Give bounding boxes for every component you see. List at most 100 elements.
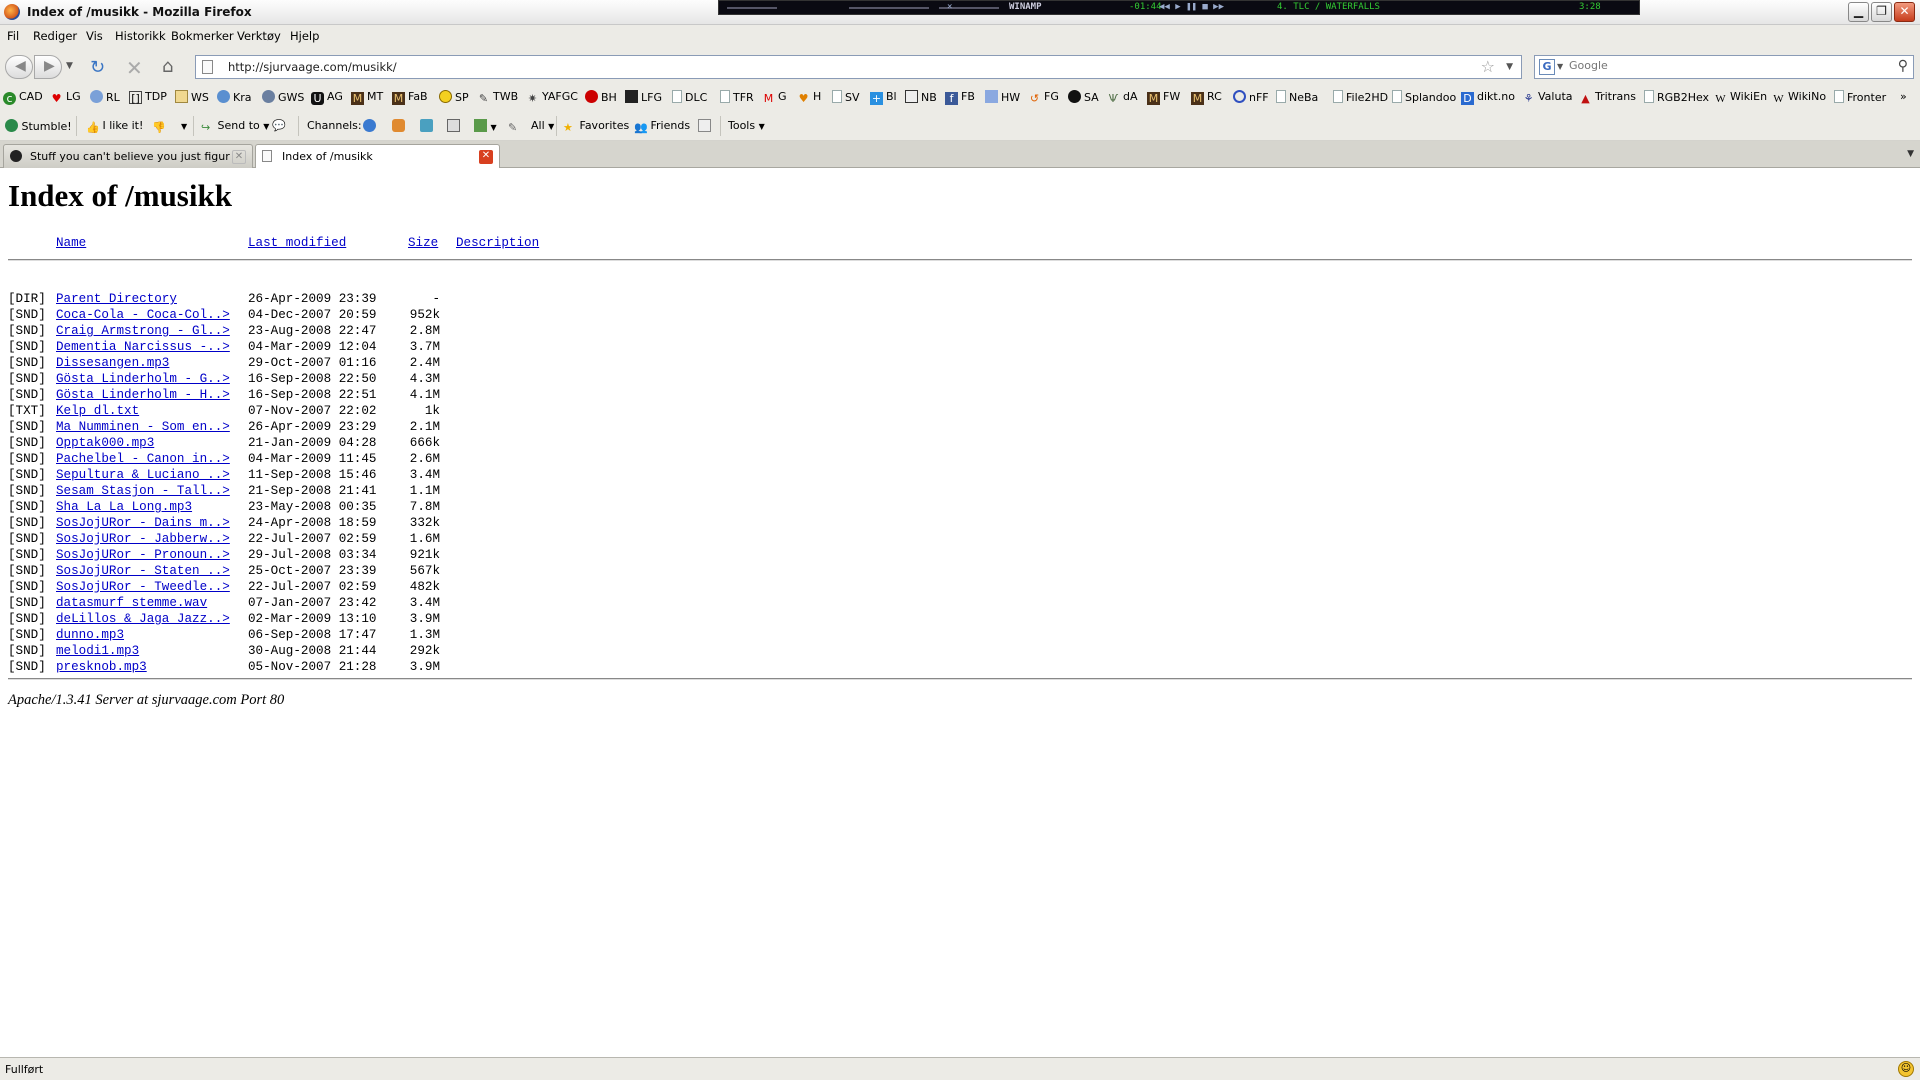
bookmark-item[interactable]: SA [1068, 90, 1099, 104]
bookmark-item[interactable]: c CAD [3, 90, 43, 105]
bookmark-item[interactable]: BH [585, 90, 617, 104]
favorites-button[interactable]: ★ Favorites [563, 119, 629, 134]
bookmark-item[interactable]: ♥ LG [50, 90, 81, 105]
file-link[interactable]: SosJojURor - Dains m..> [56, 516, 230, 530]
file-link[interactable]: Gösta Linderholm - G..> [56, 372, 230, 386]
menu-historikk[interactable]: Historikk [115, 29, 166, 43]
friends-button[interactable]: 👥 Friends [634, 119, 690, 134]
bookmark-item[interactable]: nFF [1233, 90, 1269, 104]
channel-news-icon[interactable]: ▼ [474, 119, 497, 133]
bookmark-item[interactable]: SV [832, 90, 860, 104]
tab-close-icon[interactable]: ✕ [479, 150, 493, 164]
like-button[interactable]: 👍 I like it! [86, 119, 143, 134]
bookmark-item[interactable]: SP [439, 90, 469, 104]
file-link[interactable]: Craig Armstrong - Gl..> [56, 324, 230, 338]
menu-rediger[interactable]: Rediger [33, 29, 77, 43]
bookmark-item[interactable]: ✎ TWB [477, 90, 518, 105]
file-link[interactable]: Gösta Linderholm - H..> [56, 388, 230, 402]
bookmark-item[interactable]: + Bl [870, 90, 897, 105]
winamp-bar[interactable]: × WINAMP -01:44 ◀◀ ▶ ❚❚ ■ ▶▶ 4. TLC / WA… [718, 0, 1640, 15]
bookmark-item[interactable]: ⚘ Valuta [1522, 90, 1573, 105]
bookmark-item[interactable]: ▲ Tritrans [1579, 90, 1636, 105]
bookmark-item[interactable]: Kra [217, 90, 251, 104]
bookmark-item[interactable]: WS [175, 90, 209, 104]
search-icon[interactable]: ⚲ [1898, 58, 1908, 74]
smiley-icon[interactable]: ☺ [1898, 1061, 1914, 1077]
sort-by-modified-link[interactable]: Last modified [248, 236, 346, 250]
maximize-button[interactable]: ❐ [1871, 2, 1892, 22]
bookmark-item[interactable]: M RC [1191, 90, 1222, 105]
menu-vis[interactable]: Vis [86, 29, 103, 43]
file-link[interactable]: Coca-Cola - Coca-Col..> [56, 308, 230, 322]
bookmark-item[interactable]: NeBa [1276, 90, 1318, 104]
file-link[interactable]: Sepultura & Luciano ..> [56, 468, 230, 482]
bookmark-item[interactable]: f FB [945, 90, 975, 105]
bookmark-item[interactable]: RL [90, 90, 120, 104]
channel-tag-icon[interactable]: ✎ [508, 119, 521, 134]
winamp-close-icon[interactable]: × [947, 2, 952, 12]
bookmark-item[interactable]: TFR [720, 90, 754, 104]
file-link[interactable]: Sha La La Long.mp3 [56, 500, 192, 514]
bookmark-item[interactable]: ѰdA [1107, 90, 1138, 105]
url-text[interactable]: http://sjurvaage.com/musikk/ [228, 60, 397, 74]
back-button[interactable]: ◀ [5, 55, 33, 79]
file-link[interactable]: dunno.mp3 [56, 628, 124, 642]
channel-people-icon[interactable] [392, 119, 405, 133]
search-input[interactable] [1569, 59, 1869, 72]
winamp-controls-icon[interactable]: ◀◀ ▶ ❚❚ ■ ▶▶ [1159, 2, 1224, 12]
bookmark-item[interactable]: W WikiNo [1772, 90, 1826, 106]
bookmark-star-icon[interactable]: ☆ [1481, 57, 1495, 76]
more-bookmarks-icon[interactable]: » [1900, 90, 1907, 103]
file-link[interactable]: presknob.mp3 [56, 660, 147, 674]
file-link[interactable]: Opptak000.mp3 [56, 436, 154, 450]
bookmark-item[interactable]: MG [762, 90, 787, 105]
bookmark-item[interactable]: M FaB [392, 90, 428, 105]
bookmark-item[interactable]: ✷ YAFGC [526, 90, 578, 105]
bookmark-item[interactable]: File2HD [1333, 90, 1388, 104]
bookmark-item[interactable]: ♥ H [797, 90, 822, 105]
file-link[interactable]: Parent Directory [56, 292, 177, 306]
file-link[interactable]: Ma Numminen - Som en..> [56, 420, 230, 434]
channel-photo-icon[interactable] [420, 119, 433, 133]
menu-hjelp[interactable]: Hjelp [290, 29, 319, 43]
tab-index-musikk[interactable]: Index of /musikk ✕ [255, 144, 500, 169]
menu-bokmerker[interactable]: Bokmerker [171, 29, 234, 43]
bookmark-item[interactable]: Ddikt.no [1461, 90, 1515, 105]
menu-fil[interactable]: Fil [7, 29, 19, 43]
tools-button[interactable]: Tools ▼ [728, 119, 765, 132]
file-link[interactable]: SosJojURor - Tweedle..> [56, 580, 230, 594]
google-engine-icon[interactable]: G [1539, 59, 1555, 75]
forward-button[interactable]: ▶ [34, 55, 62, 79]
tab-close-icon[interactable]: ✕ [232, 150, 246, 164]
list-all-tabs-icon[interactable]: ▼ [1907, 149, 1914, 159]
bookmark-item[interactable]: [] TDP [129, 90, 167, 105]
home-icon[interactable]: ⌂ [162, 56, 173, 77]
bookmark-item[interactable]: RGB2Hex [1644, 90, 1709, 104]
bookmark-item[interactable]: M FW [1147, 90, 1180, 105]
bookmark-item[interactable]: NB [905, 90, 937, 104]
sort-by-description-link[interactable]: Description [456, 236, 539, 250]
file-link[interactable]: datasmurf stemme.wav [56, 596, 207, 610]
file-link[interactable]: Pachelbel - Canon in..> [56, 452, 230, 466]
file-link[interactable]: Sesam Stasjon - Tall..> [56, 484, 230, 498]
minimize-button[interactable]: ▁ [1848, 2, 1869, 22]
url-dropdown-icon[interactable]: ▼ [1506, 62, 1513, 72]
channel-video-icon[interactable] [447, 119, 460, 133]
stumble-button[interactable]: Stumble! [5, 119, 72, 133]
search-box[interactable]: G ▼ ⚲ [1534, 55, 1914, 79]
bookmark-item[interactable]: Fronter [1834, 90, 1886, 104]
bookmark-item[interactable]: Splandoo [1392, 90, 1456, 104]
file-link[interactable]: Dissesangen.mp3 [56, 356, 169, 370]
engine-dropdown-icon[interactable]: ▼ [1557, 62, 1563, 71]
history-dropdown-icon[interactable]: ▼ [66, 61, 73, 71]
stop-icon[interactable]: ✕ [126, 56, 143, 80]
sort-by-size-link[interactable]: Size [408, 236, 438, 250]
send-to-button[interactable]: ↪ Send to ▼ [201, 119, 269, 134]
close-window-button[interactable]: ✕ [1894, 2, 1915, 22]
file-link[interactable]: SosJojURor - Staten ..> [56, 564, 230, 578]
reload-icon[interactable]: ↻ [90, 57, 105, 78]
dislike-button[interactable]: 👎 [152, 119, 166, 134]
like-dropdown-icon[interactable]: ▼ [181, 122, 187, 131]
all-button[interactable]: All ▼ [531, 119, 554, 132]
bookmark-item[interactable]: LFG [625, 90, 662, 104]
